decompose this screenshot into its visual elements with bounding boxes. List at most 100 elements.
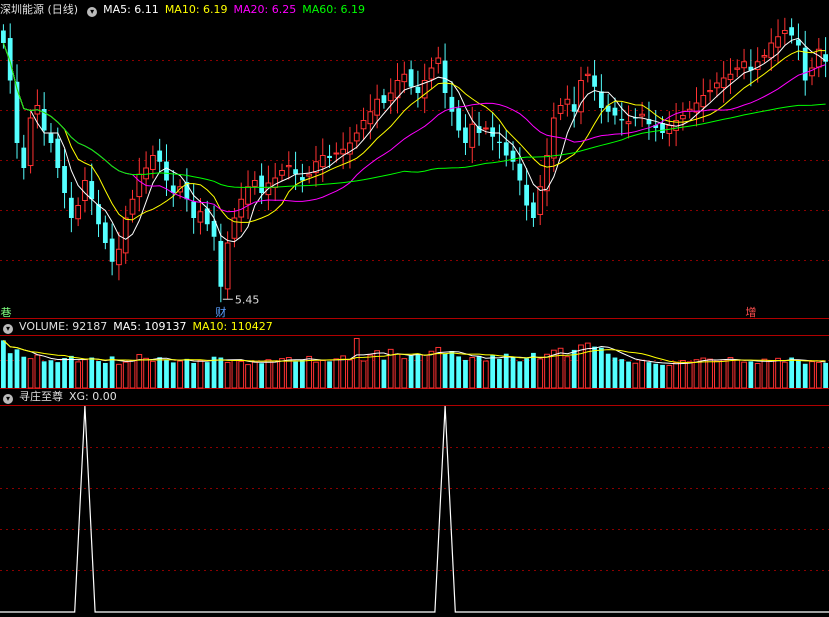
- volume-bar[interactable]: [592, 346, 597, 388]
- volume-bar[interactable]: [482, 360, 489, 389]
- candle[interactable]: [1, 24, 6, 49]
- volume-bar[interactable]: [55, 362, 61, 388]
- candle[interactable]: [435, 46, 442, 74]
- candle[interactable]: [490, 112, 496, 151]
- volume-bar[interactable]: [734, 359, 741, 389]
- volume-bar[interactable]: [557, 347, 564, 389]
- volume-bar[interactable]: [14, 349, 20, 388]
- volume-bar[interactable]: [775, 357, 781, 389]
- volume-bar[interactable]: [768, 360, 775, 389]
- volume-bar[interactable]: [109, 356, 115, 388]
- volume-bar[interactable]: [191, 362, 197, 388]
- volume-bar[interactable]: [367, 354, 374, 389]
- volume-bar[interactable]: [605, 353, 611, 388]
- candle[interactable]: [734, 59, 741, 78]
- volume-bar[interactable]: [170, 362, 176, 388]
- volume-bar[interactable]: [517, 361, 523, 388]
- candle[interactable]: [557, 98, 564, 121]
- candle[interactable]: [191, 184, 197, 234]
- candle[interactable]: [251, 171, 258, 195]
- volume-bar[interactable]: [184, 358, 190, 388]
- volume-bar[interactable]: [34, 354, 41, 389]
- volume-bar[interactable]: [693, 359, 700, 389]
- candle[interactable]: [700, 78, 707, 123]
- candle[interactable]: [823, 37, 828, 78]
- candle[interactable]: [14, 64, 20, 159]
- chevron-down-icon[interactable]: ▾: [3, 324, 13, 334]
- volume-bar[interactable]: [632, 362, 639, 389]
- volume-bar[interactable]: [781, 361, 788, 389]
- volume-bar[interactable]: [626, 361, 631, 388]
- candle[interactable]: [646, 101, 652, 140]
- volume-bar[interactable]: [129, 360, 136, 389]
- volume-bar[interactable]: [333, 358, 340, 389]
- volume-bar[interactable]: [578, 344, 584, 389]
- candle[interactable]: [401, 61, 408, 94]
- candle[interactable]: [68, 182, 74, 233]
- volume-bar[interactable]: [789, 357, 795, 388]
- candle[interactable]: [497, 124, 502, 159]
- candle[interactable]: [584, 66, 591, 83]
- volume-bar[interactable]: [116, 363, 122, 389]
- candle[interactable]: [204, 200, 210, 232]
- volume-bar[interactable]: [279, 358, 285, 389]
- volume-bar[interactable]: [653, 363, 659, 388]
- volume-bar[interactable]: [41, 361, 47, 388]
- volume-bar[interactable]: [62, 358, 67, 388]
- candle[interactable]: [55, 127, 61, 179]
- volume-bar[interactable]: [7, 353, 13, 388]
- volume-bar[interactable]: [686, 361, 693, 389]
- candle[interactable]: [75, 197, 82, 227]
- candle[interactable]: [564, 85, 571, 117]
- volume-bar[interactable]: [727, 357, 734, 389]
- volume-bar[interactable]: [639, 359, 646, 389]
- volume-bar[interactable]: [714, 360, 720, 389]
- volume-bar[interactable]: [537, 358, 544, 389]
- candle[interactable]: [387, 78, 394, 114]
- volume-bar[interactable]: [497, 358, 502, 388]
- candle[interactable]: [463, 114, 468, 155]
- volume-bar[interactable]: [293, 361, 298, 388]
- volume-bar[interactable]: [815, 361, 822, 389]
- candle[interactable]: [129, 189, 136, 223]
- candle[interactable]: [306, 166, 313, 184]
- volume-bar[interactable]: [96, 361, 101, 388]
- volume-bar[interactable]: [442, 353, 448, 388]
- volume-bar[interactable]: [353, 337, 360, 389]
- candle[interactable]: [381, 88, 387, 109]
- volume-bar[interactable]: [619, 359, 625, 388]
- volume-bar[interactable]: [340, 355, 347, 389]
- candle[interactable]: [421, 63, 428, 114]
- volume-bar[interactable]: [211, 356, 217, 388]
- candle[interactable]: [367, 94, 374, 140]
- volume-bar[interactable]: [150, 360, 156, 389]
- candle[interactable]: [224, 231, 231, 300]
- candle[interactable]: [122, 205, 129, 264]
- candle[interactable]: [686, 101, 693, 119]
- volume-bar[interactable]: [666, 364, 673, 389]
- volume-bar[interactable]: [680, 360, 686, 389]
- volume-bar[interactable]: [75, 361, 82, 389]
- candle[interactable]: [300, 163, 305, 193]
- volume-bar[interactable]: [102, 362, 108, 388]
- volume-bar[interactable]: [809, 361, 815, 389]
- volume-bar[interactable]: [218, 357, 224, 388]
- volume-bar[interactable]: [748, 361, 754, 388]
- candle[interactable]: [592, 59, 597, 101]
- candle[interactable]: [96, 189, 101, 238]
- candle[interactable]: [619, 102, 625, 136]
- candle[interactable]: [727, 58, 734, 94]
- volume-bar[interactable]: [584, 342, 591, 389]
- volume-bar[interactable]: [503, 353, 509, 388]
- candle[interactable]: [605, 93, 611, 123]
- chart-canvas[interactable]: 5.45 巷 财 增: [0, 0, 829, 614]
- chevron-down-icon[interactable]: ▾: [3, 394, 13, 404]
- volume-bar[interactable]: [300, 359, 305, 388]
- candle[interactable]: [82, 167, 88, 213]
- volume-bar[interactable]: [82, 359, 88, 389]
- volume-bar[interactable]: [673, 362, 679, 389]
- candle[interactable]: [531, 192, 536, 227]
- volume-bar[interactable]: [143, 357, 149, 389]
- candle[interactable]: [442, 43, 448, 109]
- candle[interactable]: [360, 107, 367, 141]
